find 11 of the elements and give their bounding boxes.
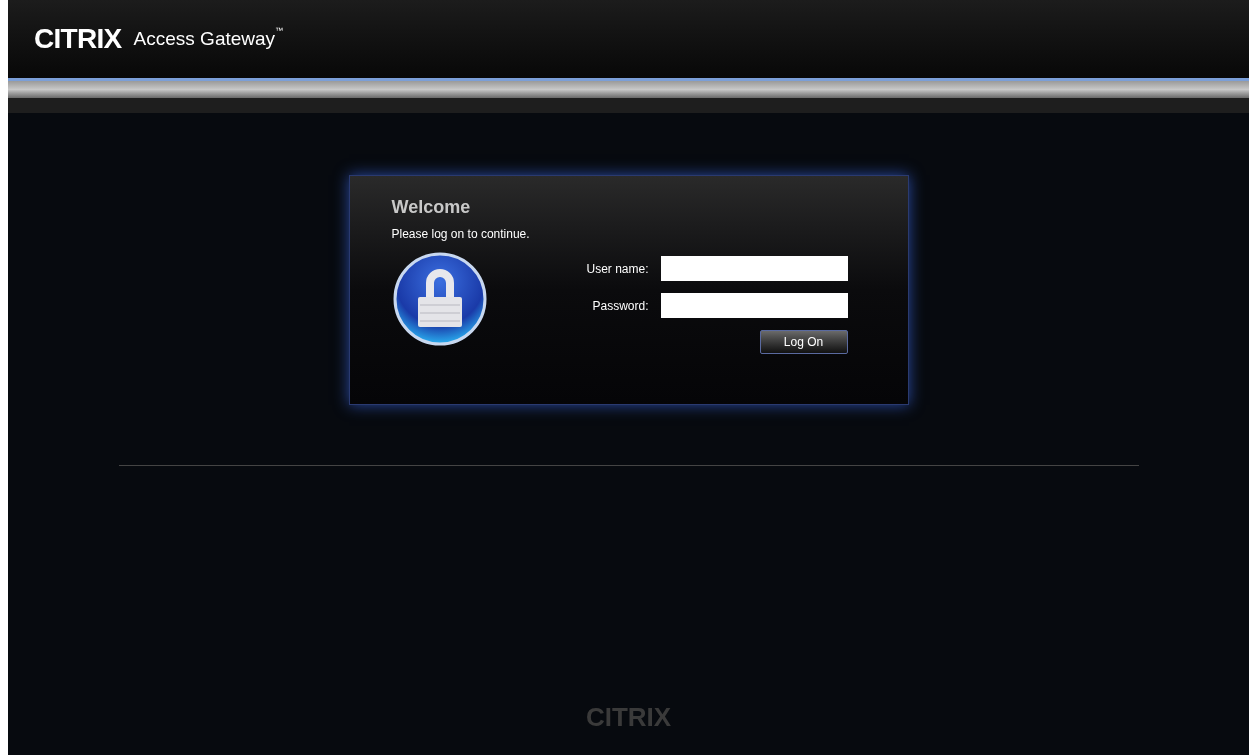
- logo: CITRIX: [34, 22, 122, 56]
- input-field[interactable]: [660, 256, 848, 281]
- product-name: Access Gateway: [133, 26, 276, 51]
- instruction-text: Please log on to continue.: [391, 226, 531, 243]
- trademark-mark: ™: [275, 24, 284, 37]
- welcome-title: Welcome: [391, 196, 472, 219]
- input-field[interactable]: [660, 293, 848, 318]
- padlock-icon: [391, 251, 488, 347]
- log-on-button[interactable]: Log On: [759, 330, 848, 354]
- field-label: User name:: [586, 260, 649, 278]
- field-label: Password:: [592, 297, 649, 315]
